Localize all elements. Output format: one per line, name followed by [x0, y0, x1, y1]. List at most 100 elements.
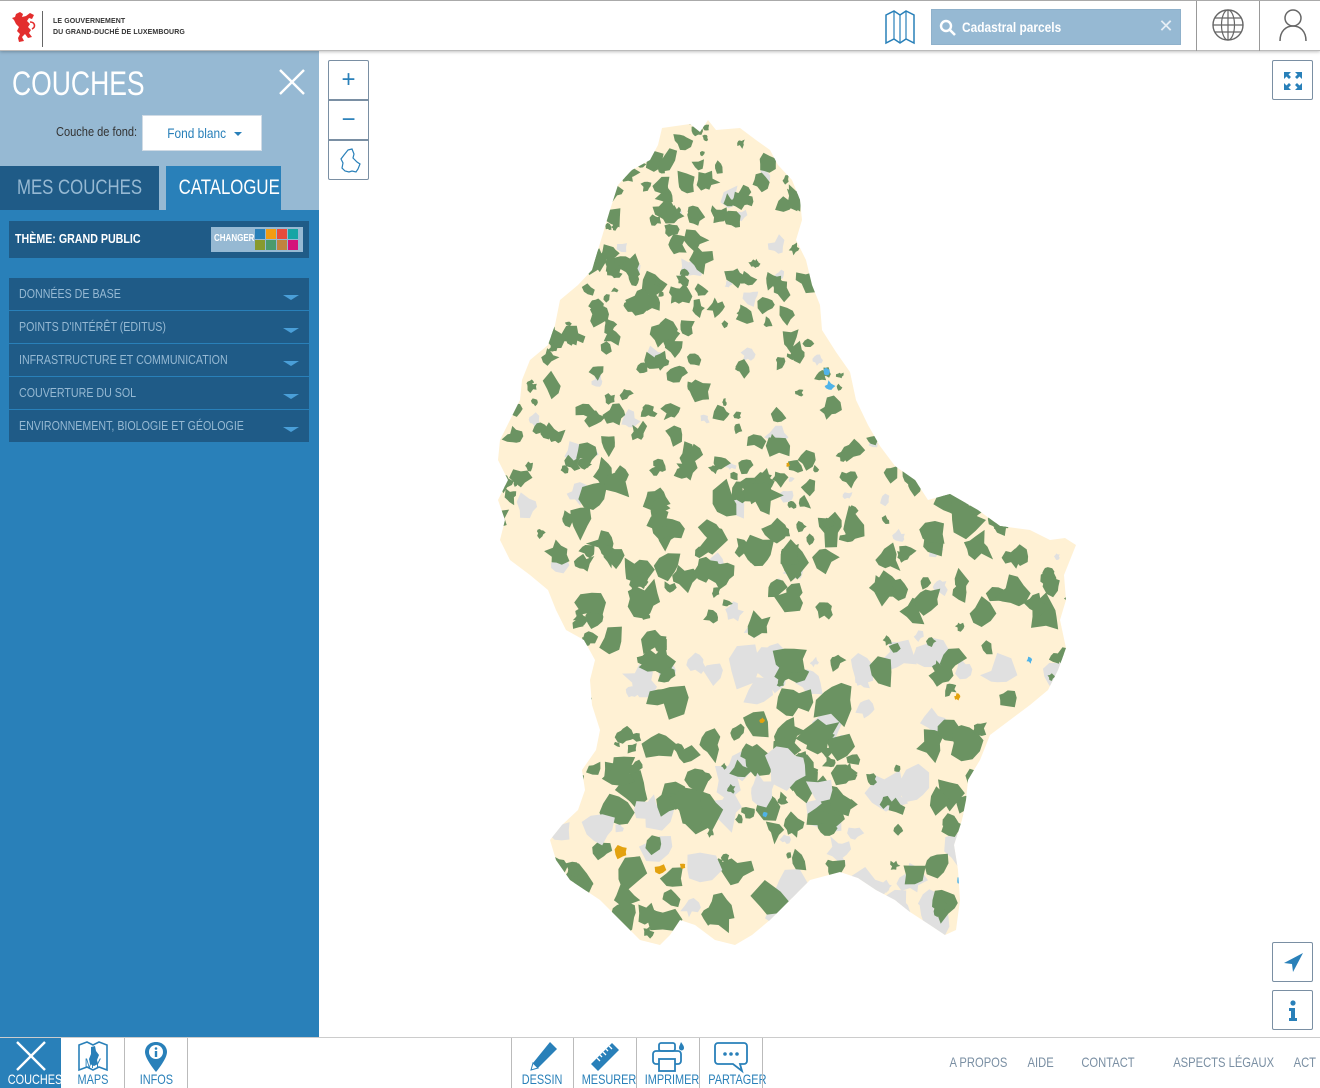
urban-patch: [1031, 921, 1056, 942]
urban-patch: [971, 430, 990, 448]
location-arrow-icon: [1284, 953, 1303, 972]
catalog-item-land-cover[interactable]: COUVERTURE DU SOL: [9, 377, 309, 409]
government-logo[interactable]: LE GOUVERNEMENT DU GRAND-DUCHÉ DE LUXEMB…: [8, 7, 198, 47]
forest-patch: [984, 120, 995, 130]
link-legal[interactable]: ASPECTS LÉGAUX: [1173, 1054, 1274, 1070]
urban-patch: [1046, 256, 1054, 266]
geolocate-button[interactable]: [1272, 942, 1313, 982]
layers-toggle-button[interactable]: COUCHES: [0, 1038, 62, 1088]
urban-patch: [503, 294, 524, 319]
print-button[interactable]: IMPRIMER: [637, 1038, 699, 1088]
forest-patch: [549, 868, 559, 877]
forest-patch: [858, 257, 866, 265]
chevron-down-icon: [283, 394, 299, 399]
forest-patch: [1061, 749, 1068, 757]
forest-patch: [510, 198, 535, 223]
forest-patch: [830, 147, 849, 167]
catalog-item-points-of-interest[interactable]: POINTS D'INTÉRÊT (EDITUS): [9, 311, 309, 343]
forest-patch: [1063, 587, 1076, 609]
zoom-out-button[interactable]: −: [328, 100, 369, 140]
forest-patch: [540, 269, 551, 280]
draw-button[interactable]: DESSIN: [512, 1038, 573, 1088]
infos-button[interactable]: INFOS: [125, 1038, 187, 1088]
change-theme-button[interactable]: CHANGER: [211, 227, 303, 252]
link-act[interactable]: ACT: [1294, 1054, 1316, 1070]
speech-bubble-icon: [714, 1042, 748, 1074]
catalog-item-environment[interactable]: ENVIRONNEMENT, BIOLOGIE ET GÉOLOGIE: [9, 410, 309, 442]
forest-patch: [961, 129, 974, 146]
forest-patch: [1066, 775, 1076, 807]
forest-patch: [1054, 312, 1062, 320]
forest-patch: [498, 311, 511, 335]
forest-patch: [1035, 194, 1053, 212]
forest-patch: [868, 253, 888, 275]
forest-patch: [888, 165, 901, 179]
link-contact[interactable]: CONTACT: [1081, 1054, 1134, 1070]
urban-patch: [1012, 383, 1021, 396]
search-input[interactable]: [962, 10, 1124, 44]
forest-patch: [1032, 755, 1056, 780]
urban-patch: [1007, 856, 1037, 899]
forest-patch: [1040, 868, 1062, 894]
background-layer-select[interactable]: Fond blanc: [142, 115, 262, 151]
forest-patch: [907, 299, 933, 325]
forest-patch: [1001, 332, 1011, 345]
map-info-button[interactable]: [1272, 990, 1313, 1030]
button-label: MY MAPS: [77, 1055, 109, 1087]
urban-patch: [854, 184, 870, 208]
forest-patch: [541, 673, 568, 705]
share-button[interactable]: PARTAGER: [700, 1038, 766, 1088]
forest-patch: [908, 365, 922, 377]
forest-patch: [498, 207, 508, 224]
catalog-item-base-data[interactable]: DONNÉES DE BASE: [9, 278, 309, 310]
measure-button[interactable]: MESURER: [574, 1038, 636, 1088]
forest-patch: [962, 374, 971, 383]
urban-patch: [1032, 732, 1046, 745]
language-button[interactable]: [1200, 1, 1258, 51]
forest-patch: [910, 273, 924, 288]
fullscreen-button[interactable]: [1272, 60, 1313, 100]
forest-patch: [1050, 487, 1076, 524]
my-maps-button[interactable]: MY MAPS: [62, 1038, 124, 1088]
link-about[interactable]: A PROPOS: [949, 1054, 1007, 1070]
forest-patch: [986, 349, 993, 358]
clear-search-button[interactable]: ✕: [1158, 17, 1174, 35]
urban-patch: [973, 408, 985, 422]
forest-patch: [825, 259, 845, 277]
forest-patch: [1026, 168, 1048, 191]
urban-patch: [511, 828, 518, 837]
urban-patch: [931, 203, 944, 215]
forest-patch: [557, 268, 568, 278]
catalog-item-infrastructure[interactable]: INFRASTRUCTURE ET COMMUNICATION: [9, 344, 309, 376]
forest-patch: [885, 422, 903, 436]
button-label: INFOS: [139, 1071, 173, 1087]
forest-patch: [868, 894, 895, 917]
forest-patch: [913, 192, 927, 207]
close-sidebar-button[interactable]: [276, 66, 308, 98]
forest-patch: [509, 701, 525, 719]
map-canvas[interactable]: + −: [319, 51, 1320, 1037]
zoom-in-button[interactable]: +: [328, 60, 369, 100]
tab-catalogue[interactable]: CATALOGUE: [166, 166, 281, 210]
forest-patch: [498, 197, 517, 223]
forest-patch: [506, 689, 521, 705]
forest-patch: [1032, 488, 1054, 506]
zoom-to-country-button[interactable]: [328, 140, 369, 180]
forest-patch: [1057, 676, 1076, 695]
user-button[interactable]: [1262, 1, 1320, 51]
forest-patch: [691, 124, 703, 137]
map-catalog-button[interactable]: [880, 7, 920, 47]
forest-patch: [870, 381, 889, 407]
forest-patch: [919, 421, 935, 438]
theme-swatch: [266, 240, 276, 250]
forest-patch: [837, 252, 859, 269]
link-help[interactable]: AIDE: [1028, 1054, 1054, 1070]
zoom-controls: + −: [328, 60, 369, 181]
tab-label: CATALOGUE: [178, 176, 280, 199]
tab-my-layers[interactable]: MES COUCHES (1): [0, 166, 159, 243]
forest-patch: [498, 474, 506, 488]
urban-patch: [958, 926, 994, 945]
forest-patch: [921, 356, 938, 372]
land-cover-map: [498, 120, 1076, 945]
forest-patch: [955, 469, 966, 480]
